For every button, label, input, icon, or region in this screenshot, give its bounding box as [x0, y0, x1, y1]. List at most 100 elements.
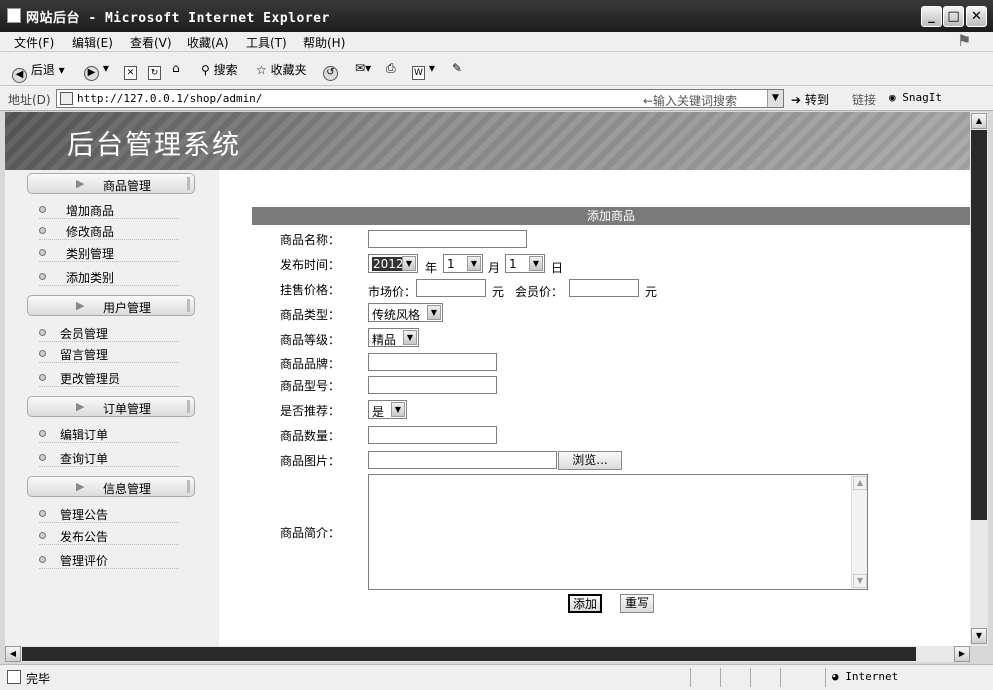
sidebar-item-publish-notice[interactable]: 发布公告 [39, 527, 179, 545]
submit-button[interactable]: 添加 [568, 594, 602, 613]
scroll-down-icon[interactable]: ▼ [971, 628, 987, 644]
month-unit: 月 [488, 261, 501, 275]
word-icon: W [412, 66, 425, 80]
sidebar-item-add-category[interactable]: 添加类别 [39, 268, 179, 286]
ie-page-icon [7, 8, 21, 23]
home-button[interactable]: ⌂ [172, 61, 180, 75]
minimize-button[interactable]: _ [921, 6, 942, 27]
goods-model-input[interactable] [368, 376, 497, 394]
menu-favorites[interactable]: 收藏(A) [187, 34, 229, 51]
home-icon: ⌂ [172, 61, 180, 75]
address-label: 地址(D) [8, 93, 51, 107]
links-button[interactable]: 链接 [852, 91, 876, 108]
address-input[interactable]: http://127.0.0.1/shop/admin/ ←输入关键词搜索 ▼ [56, 89, 784, 108]
search-icon: ⚲ [201, 63, 210, 77]
menu-tools[interactable]: 工具(T) [246, 34, 287, 51]
goods-type-select[interactable]: 传统风格 ▼ [368, 303, 443, 322]
menu-file[interactable]: 文件(F) [14, 34, 54, 51]
sidebar-item-member-management[interactable]: 会员管理 [39, 324, 179, 342]
back-button[interactable]: ◀ 后退 ▾ [12, 61, 65, 83]
form-header: 添加商品 [252, 207, 970, 225]
section-user-management[interactable]: ▶ 用户管理 [27, 295, 195, 316]
market-price-unit: 元 [492, 285, 505, 299]
image-path-input[interactable] [368, 451, 557, 469]
market-price-input[interactable] [416, 279, 486, 297]
messenger-button[interactable]: ✎ [452, 61, 462, 75]
month-select[interactable]: 1 ▼ [443, 254, 483, 273]
sidebar-item-category-management[interactable]: 类别管理 [39, 244, 179, 262]
section-order-management[interactable]: ▶ 订单管理 [27, 396, 195, 417]
page-icon [60, 92, 73, 105]
bullet-icon [39, 532, 46, 539]
chevron-down-icon[interactable]: ▼ [853, 574, 867, 588]
label-recommend: 是否推荐： [280, 404, 341, 418]
snagit-icon: ◉ [889, 91, 896, 104]
label-model: 商品型号： [280, 379, 341, 393]
member-price-input[interactable] [569, 279, 639, 297]
stop-button[interactable]: ✕ [124, 61, 137, 80]
horizontal-scroll-thumb[interactable] [22, 647, 916, 661]
search-hint: ←输入关键词搜索 [643, 94, 738, 108]
chevron-down-icon: ▼ [467, 256, 481, 271]
close-button[interactable]: ✕ [966, 6, 987, 27]
browse-button[interactable]: 浏览... [558, 451, 622, 470]
textarea-scrollbar[interactable]: ▲ ▼ [851, 475, 867, 589]
year-unit: 年 [425, 261, 438, 275]
goods-brand-input[interactable] [368, 353, 497, 371]
recommend-select[interactable]: 是 ▼ [368, 400, 407, 419]
chevron-down-icon: ▼ [403, 330, 417, 345]
scroll-left-icon[interactable]: ◀ [5, 646, 21, 662]
history-button[interactable]: ↺ [323, 61, 338, 81]
section-info-management[interactable]: ▶ 信息管理 [27, 476, 195, 497]
member-price-unit: 元 [645, 285, 658, 299]
reset-button[interactable]: 重写 [620, 594, 654, 613]
scroll-right-icon[interactable]: ▶ [954, 646, 970, 662]
vertical-scroll-thumb[interactable] [971, 130, 987, 520]
sidebar-item-manage-notices[interactable]: 管理公告 [39, 505, 179, 523]
sidebar-item-add-goods[interactable]: 增加商品 [39, 201, 179, 219]
sidebar-item-edit-order[interactable]: 编辑订单 [39, 425, 179, 443]
menu-view[interactable]: 查看(V) [130, 34, 172, 51]
refresh-button[interactable]: ↻ [148, 61, 161, 80]
day-select[interactable]: 1 ▼ [505, 254, 545, 273]
menu-help[interactable]: 帮助(H) [303, 34, 345, 51]
maximize-button[interactable]: □ [943, 6, 964, 27]
label-name: 商品名称： [280, 233, 341, 247]
vertical-scrollbar[interactable]: ▲ ▼ [970, 112, 988, 646]
sidebar-item-manage-reviews[interactable]: 管理评价 [39, 551, 179, 569]
edit-button[interactable]: W ▾ [412, 61, 435, 80]
day-unit: 日 [551, 261, 564, 275]
snagit-button[interactable]: ◉ SnagIt [889, 91, 942, 104]
section-goods-management[interactable]: ▶ 商品管理 [27, 173, 195, 194]
go-button[interactable]: ➔ 转到 [791, 91, 829, 108]
sidebar-item-edit-goods[interactable]: 修改商品 [39, 222, 179, 240]
play-arrow-icon: ▶ [76, 299, 85, 312]
toolbar: ◀ 后退 ▾ ▶ ▾ ✕ ↻ ⌂ ⚲ 搜索 ☆ 收藏夹 ↺ ✉▾ ⎙ W ▾ ✎ [0, 52, 993, 86]
year-select[interactable]: 2012 ▼ [368, 254, 418, 273]
sidebar-item-query-order[interactable]: 查询订单 [39, 449, 179, 467]
favorites-button[interactable]: ☆ 收藏夹 [256, 61, 307, 78]
horizontal-scrollbar[interactable]: ◀ ▶ [5, 646, 970, 662]
goods-grade-select[interactable]: 精品 ▼ [368, 328, 419, 347]
forward-button[interactable]: ▶ ▾ [84, 61, 109, 81]
sidebar-item-change-admin[interactable]: 更改管理员 [39, 369, 179, 387]
window-title: 网站后台 - Microsoft Internet Explorer [26, 11, 330, 26]
chevron-up-icon[interactable]: ▲ [853, 476, 867, 490]
goods-intro-textarea[interactable]: ▲ ▼ [368, 474, 868, 590]
chevron-down-icon: ▼ [402, 256, 416, 271]
banner: 后台管理系统 [5, 112, 970, 170]
mail-button[interactable]: ✉▾ [355, 61, 371, 75]
bullet-icon [39, 350, 46, 357]
sidebar-item-message-management[interactable]: 留言管理 [39, 345, 179, 363]
menu-edit[interactable]: 编辑(E) [72, 34, 113, 51]
goods-quantity-input[interactable] [368, 426, 497, 444]
scroll-up-icon[interactable]: ▲ [971, 113, 987, 129]
bullet-icon [39, 430, 46, 437]
goods-name-input[interactable] [368, 230, 527, 248]
print-button[interactable]: ⎙ [386, 61, 396, 76]
label-date: 发布时间： [280, 258, 341, 272]
play-arrow-icon: ▶ [76, 400, 85, 413]
search-button[interactable]: ⚲ 搜索 [201, 61, 238, 78]
page-viewport: 后台管理系统 ▶ 商品管理 增加商品 修改商品 类别管理 添加类别 ▶ 用户管理… [5, 112, 970, 646]
address-dropdown-icon[interactable]: ▼ [767, 90, 783, 107]
